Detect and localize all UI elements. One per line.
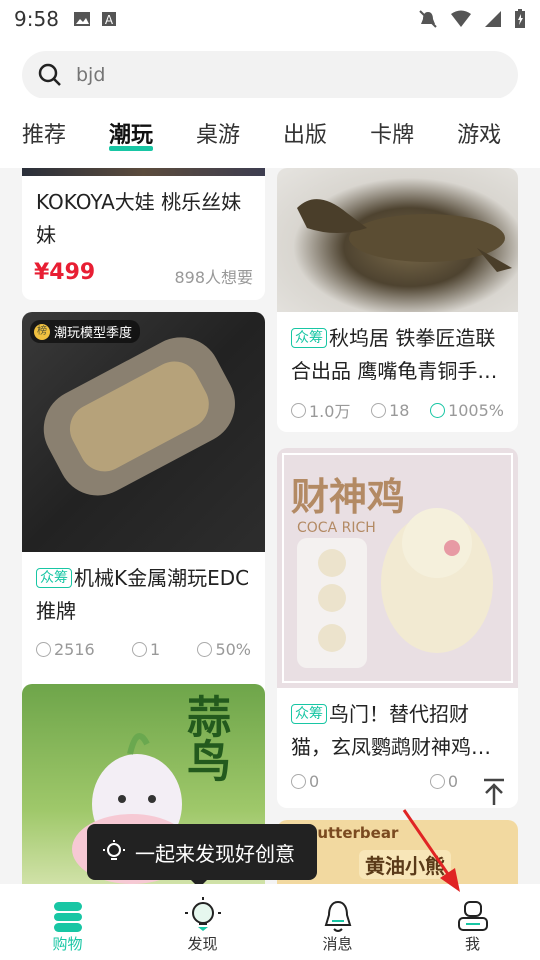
tab-trendy-toys[interactable]: 潮玩 <box>109 117 154 151</box>
status-bar: 9:58 A <box>0 0 540 38</box>
nav-discover-label: 发现 <box>187 935 218 953</box>
tab-recommend[interactable]: 推荐 <box>22 117 66 149</box>
product-card-parrot[interactable]: 财神鸡 COCA RICH 众筹 鸟门！替代招财猫，玄凤鹦鹉财神鸡… 0 0 <box>277 448 518 808</box>
product-feed: KOKOYA大娃 桃乐丝妹妹 ¥499 898人想要 众筹 秋坞居 铁拳匠造联合出… <box>0 168 540 884</box>
product-image <box>22 168 265 176</box>
search-icon <box>38 63 61 86</box>
stat-amount-value: 1.0万 <box>309 402 351 421</box>
tab-publishing[interactable]: 出版 <box>283 117 327 149</box>
signal-icon <box>485 11 501 27</box>
status-system-icons <box>418 9 526 29</box>
stat-amount: 2516 <box>36 640 95 659</box>
nav-profile-label: 我 <box>464 935 480 953</box>
product-image <box>277 168 518 312</box>
nav-shop-label: 购物 <box>52 935 83 953</box>
status-notification-icons: A <box>73 11 117 27</box>
image-icon <box>73 12 90 26</box>
product-title: 众筹 秋坞居 铁拳匠造联合出品 鹰嘴龟青铜手… <box>291 322 506 388</box>
stat-progress-value: 1005% <box>448 400 504 420</box>
stat-progress-value: 50% <box>215 640 251 659</box>
nav-messages[interactable]: 消息 <box>270 884 405 960</box>
nav-profile[interactable]: 我 <box>405 884 540 960</box>
a-icon: A <box>101 12 116 27</box>
yuan-icon <box>36 642 51 657</box>
stat-progress: 50% <box>197 640 251 659</box>
bottom-nav: 购物 发现 消息 我 <box>0 884 540 960</box>
season-badge: 榜潮玩模型季度 <box>30 320 141 343</box>
yuan-icon <box>291 774 306 789</box>
stat-progress: 1005% <box>430 398 504 422</box>
bulb-icon <box>103 840 125 860</box>
butterbear-title: 黄油小熊 <box>359 850 451 879</box>
check-icon <box>430 402 446 418</box>
progress-icon <box>197 642 213 657</box>
crowdfunding-stats: 1.0万 18 1005% <box>291 398 504 422</box>
product-image: 榜潮玩模型季度 <box>22 312 265 552</box>
product-image: 财神鸡 COCA RICH <box>277 448 518 688</box>
nav-discover[interactable]: 发现 <box>135 884 270 960</box>
arrow-up-icon <box>484 778 504 805</box>
battery-icon <box>515 9 525 28</box>
bulb-icon <box>184 897 221 931</box>
product-title: 众筹 鸟门！替代招财猫，玄凤鹦鹉财神鸡… <box>291 698 506 764</box>
edc-illustration <box>43 337 235 496</box>
category-tabs: 推荐 潮玩 桌游 出版 卡牌 游戏 <box>0 98 540 168</box>
stat-amount: 0 <box>291 772 319 791</box>
nav-messages-label: 消息 <box>322 935 353 953</box>
stat-supporters-value: 18 <box>389 400 410 420</box>
crowdfunding-tag: 众筹 <box>291 704 327 724</box>
parrot-image-subtitle: COCA RICH <box>297 520 376 536</box>
stat-amount-value: 2516 <box>54 640 95 659</box>
crowdfunding-tag: 众筹 <box>36 568 72 588</box>
crowdfunding-tag: 众筹 <box>291 328 327 348</box>
stat-supporters-value: 1 <box>149 640 161 659</box>
stat-supporters: 1 <box>131 640 161 659</box>
parrot-image-title: 财神鸡 <box>291 475 406 519</box>
stat-supporters-value: 0 <box>447 772 458 791</box>
discover-toast: 一起来发现好创意 <box>87 824 317 888</box>
bell-icon <box>324 900 351 932</box>
back-to-top-button[interactable] <box>476 772 512 812</box>
want-count: 898人想要 <box>174 268 253 287</box>
product-title: KOKOYA大娃 桃乐丝妹妹 <box>36 190 242 247</box>
svg-text:A: A <box>105 13 114 27</box>
tab-board-games[interactable]: 桌游 <box>196 117 240 149</box>
tab-games[interactable]: 游戏 <box>457 117 501 149</box>
product-price: ¥499 <box>34 260 96 285</box>
product-card-kokoya[interactable]: KOKOYA大娃 桃乐丝妹妹 ¥499 898人想要 <box>22 168 265 300</box>
garlic-image-title: 蒜鸟 <box>179 694 230 782</box>
profile-icon <box>457 901 488 931</box>
person-icon <box>429 774 445 789</box>
person-icon <box>131 642 147 657</box>
product-card-turtle[interactable]: 众筹 秋坞居 铁拳匠造联合出品 鹰嘴龟青铜手… 1.0万 18 1005% <box>277 168 518 432</box>
toast-text: 一起来发现好创意 <box>135 841 295 866</box>
mute-icon <box>419 10 437 28</box>
badge-icon: 榜 <box>34 323 50 340</box>
stat-supporters: 18 <box>371 398 409 422</box>
person-icon <box>371 402 387 418</box>
product-title: 众筹 机械K金属潮玩EDC推牌 <box>36 562 253 628</box>
search-area <box>0 38 540 99</box>
search-input[interactable] <box>76 64 476 86</box>
status-time: 9:58 <box>14 7 59 31</box>
shop-icon <box>53 902 82 932</box>
crowdfunding-stats: 2516 1 50% <box>36 640 251 659</box>
wifi-icon <box>451 10 471 27</box>
stat-supporters: 0 <box>429 772 458 791</box>
season-badge-label: 潮玩模型季度 <box>54 326 133 341</box>
stat-amount-value: 0 <box>309 772 320 791</box>
search-box[interactable] <box>22 51 518 99</box>
crowdfunding-stats: 0 0 <box>291 772 458 791</box>
turtle-illustration <box>297 199 512 272</box>
stat-amount: 1.0万 <box>291 398 350 422</box>
nav-shop[interactable]: 购物 <box>0 884 135 960</box>
yuan-icon <box>291 402 306 418</box>
tab-cards[interactable]: 卡牌 <box>370 117 414 149</box>
